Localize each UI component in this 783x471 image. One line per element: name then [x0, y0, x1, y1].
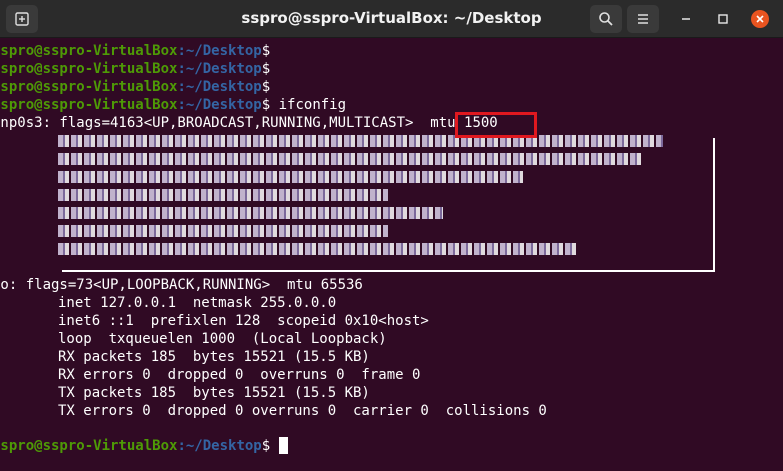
redacted-line — [0, 132, 663, 150]
text-cursor — [278, 437, 288, 454]
lo-detail-line: loop txqueuelen 1000 (Local Loopback) — [58, 331, 387, 347]
lo-detail-line: TX packets 185 bytes 15521 (15.5 KB) — [58, 385, 370, 401]
enp0s3-header: enp0s3: flags=4163<UP,BROADCAST,RUNNING,… — [0, 115, 498, 131]
mtu-highlight-box — [455, 112, 537, 138]
maximize-button[interactable] — [714, 10, 732, 28]
lo-detail-line: RX packets 185 bytes 15521 (15.5 KB) — [58, 349, 370, 365]
lo-detail-line: RX errors 0 dropped 0 overruns 0 frame 0 — [58, 367, 421, 383]
redacted-line — [0, 168, 523, 186]
maximize-icon — [718, 14, 728, 24]
prompt-line: sspro@sspro-VirtualBox:~/Desktop$ — [0, 79, 271, 95]
redacted-line — [0, 240, 578, 258]
redacted-line — [0, 150, 643, 168]
terminal-output[interactable]: sspro@sspro-VirtualBox:~/Desktop$ sspro@… — [0, 41, 783, 471]
prompt-line: sspro@sspro-VirtualBox:~/Desktop$ — [0, 43, 271, 59]
window-title: sspro@sspro-VirtualBox: ~/Desktop — [241, 9, 542, 27]
redacted-line — [0, 222, 388, 240]
close-icon — [756, 15, 764, 23]
minimize-button[interactable] — [677, 10, 695, 28]
lo-detail-line: inet6 ::1 prefixlen 128 scopeid 0x10<hos… — [58, 313, 429, 329]
search-button[interactable] — [590, 5, 622, 33]
lo-detail-line: inet 127.0.0.1 netmask 255.0.0.0 — [58, 295, 337, 311]
command-text: ifconfig — [270, 97, 347, 113]
annotation-frame-bottom — [62, 270, 715, 272]
annotation-frame-right — [713, 138, 715, 271]
search-icon — [599, 12, 613, 26]
menu-button[interactable] — [627, 5, 659, 33]
lo-header: lo: flags=73<UP,LOOPBACK,RUNNING> mtu 65… — [0, 277, 363, 293]
close-button[interactable] — [751, 10, 769, 28]
lo-detail-line: TX errors 0 dropped 0 overruns 0 carrier… — [58, 403, 547, 419]
active-prompt-line: sspro@sspro-VirtualBox:~/Desktop$ — [0, 437, 288, 455]
title-bar: sspro@sspro-VirtualBox: ~/Desktop — [0, 0, 783, 38]
redacted-line — [0, 186, 388, 204]
redacted-line — [0, 204, 443, 222]
prompt-line: sspro@sspro-VirtualBox:~/Desktop$ — [0, 61, 271, 77]
minimize-icon — [682, 18, 690, 20]
hamburger-menu-icon — [638, 14, 648, 24]
command-line: sspro@sspro-VirtualBox:~/Desktop$ ifconf… — [0, 97, 347, 113]
